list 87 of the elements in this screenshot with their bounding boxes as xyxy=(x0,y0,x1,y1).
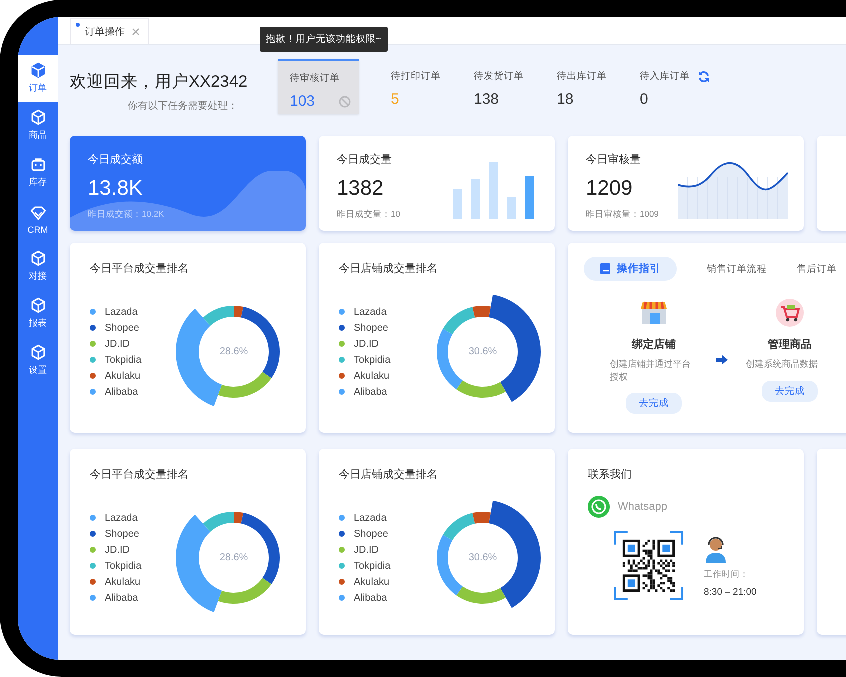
legend-label: Lazada xyxy=(354,512,387,524)
sidebar-item[interactable]: 商品 xyxy=(18,102,58,149)
cube-icon xyxy=(30,250,46,267)
kpi-title: 今日成交量 xyxy=(337,152,393,167)
legend-label: Alibaba xyxy=(354,386,388,398)
legend-label: JD.ID xyxy=(354,338,379,350)
legend-label: Alibaba xyxy=(105,592,138,604)
guide-tab[interactable]: 售后订单 xyxy=(797,262,837,276)
kpi-comparison: 昨日成交量：10 xyxy=(337,209,400,221)
legend-label: JD.ID xyxy=(105,338,130,350)
tab[interactable]: 订单操作 xyxy=(70,18,149,44)
cube-icon xyxy=(30,344,46,361)
cube-icon xyxy=(30,62,46,79)
legend-label: Shopee xyxy=(105,322,140,334)
close-icon[interactable] xyxy=(132,28,140,36)
diamond-icon xyxy=(30,204,46,222)
legend-label: Akulaku xyxy=(354,370,390,382)
guide-tab[interactable]: 销售订单流程 xyxy=(707,262,767,276)
legend-label: Lazada xyxy=(105,512,138,524)
task-counter[interactable]: 待出库订单 18 xyxy=(545,59,628,114)
kpi-value: 1382 xyxy=(337,177,385,201)
task-counter[interactable]: 待入库订单 0 xyxy=(628,59,711,114)
working-hours: 8:30 – 21:00 xyxy=(704,586,757,598)
sidebar-item[interactable]: CRM xyxy=(18,196,58,243)
qr-code[interactable] xyxy=(612,530,686,602)
legend-label: Tokpidia xyxy=(354,560,391,572)
sidebar-item[interactable]: 报表 xyxy=(18,290,58,337)
sidebar-item[interactable]: 库存 xyxy=(18,149,58,196)
tooltip: 抱歉！用户无该功能权限~ xyxy=(260,27,388,52)
status-dot-icon xyxy=(76,23,80,27)
legend-label: Shopee xyxy=(105,528,140,540)
card-title: 今日平台成交量排名 xyxy=(90,468,190,482)
legend-label: Akulaku xyxy=(354,576,390,588)
donut-center-label: 28.6% xyxy=(220,552,248,564)
kpi-title: 今日审核量 xyxy=(586,152,642,167)
card-title: 联系我们 xyxy=(588,468,633,482)
step-title: 管理商品 xyxy=(768,338,812,352)
step-description: 创建系统商品数据 xyxy=(746,358,819,371)
whatsapp-icon xyxy=(588,496,610,518)
donut-center-label: 30.6% xyxy=(468,552,498,564)
blocked-icon xyxy=(339,96,351,108)
cube-icon xyxy=(30,109,46,126)
donut-center-label: 30.6% xyxy=(468,346,498,358)
legend-label: Lazada xyxy=(354,306,387,318)
kpi-value: 13.8K xyxy=(88,177,144,201)
kpi-value: 1209 xyxy=(586,177,634,201)
bag-icon xyxy=(30,156,46,173)
legend-label: JD.ID xyxy=(354,544,379,556)
legend-label: JD.ID xyxy=(105,544,130,556)
task-counter[interactable]: 待发货订单 138 xyxy=(462,59,545,114)
store-icon xyxy=(640,299,668,327)
arrow-right-icon xyxy=(716,355,728,365)
refresh-icon[interactable] xyxy=(698,70,710,82)
complete-button[interactable]: 去完成 xyxy=(626,393,682,414)
legend-label: Tokpidia xyxy=(354,354,391,366)
step-description: 创建店铺并通过平台授权 xyxy=(610,358,692,384)
guide-tab[interactable]: 操作指引 xyxy=(584,257,677,281)
support-agent-icon xyxy=(704,534,728,562)
kpi-comparison: 昨日审核量：1009 xyxy=(586,209,659,221)
card-title: 今日店铺成交量排名 xyxy=(339,262,439,276)
task-counter[interactable]: 待打印订单 5 xyxy=(379,59,462,114)
sidebar-item[interactable]: 设置 xyxy=(18,337,58,384)
card-title: 今日店铺成交量排名 xyxy=(339,468,439,482)
legend-label: Shopee xyxy=(354,528,388,540)
legend-label: Lazada xyxy=(105,306,138,318)
contact-channel: Whatsapp xyxy=(618,501,668,513)
legend-label: Akulaku xyxy=(105,370,141,382)
cube-icon xyxy=(30,297,46,314)
complete-button[interactable]: 去完成 xyxy=(762,380,818,402)
welcome-subtitle: 你有以下任务需要处理： xyxy=(128,100,238,113)
sidebar-item[interactable]: 订单 xyxy=(18,55,58,102)
donut-center-label: 28.6% xyxy=(220,346,248,358)
shopping-cart-icon xyxy=(776,299,804,327)
legend-label: Akulaku xyxy=(105,576,141,588)
legend-label: Shopee xyxy=(354,322,388,334)
step-title: 绑定店铺 xyxy=(632,338,676,352)
sidebar-item[interactable]: 对接 xyxy=(18,243,58,290)
legend-label: Alibaba xyxy=(354,592,388,604)
card-title: 今日平台成交量排名 xyxy=(90,262,190,276)
legend-label: Alibaba xyxy=(105,386,138,398)
legend-label: Tokpidia xyxy=(105,560,142,572)
legend-label: Tokpidia xyxy=(105,354,142,366)
hours-label: 工作时间： xyxy=(704,568,750,580)
welcome-title: 欢迎回来，用户XX2342 xyxy=(70,72,248,93)
kpi-title: 今日成交额 xyxy=(88,152,144,167)
kpi-comparison: 昨日成交额：10.2K xyxy=(88,209,164,221)
book-icon xyxy=(600,263,611,275)
